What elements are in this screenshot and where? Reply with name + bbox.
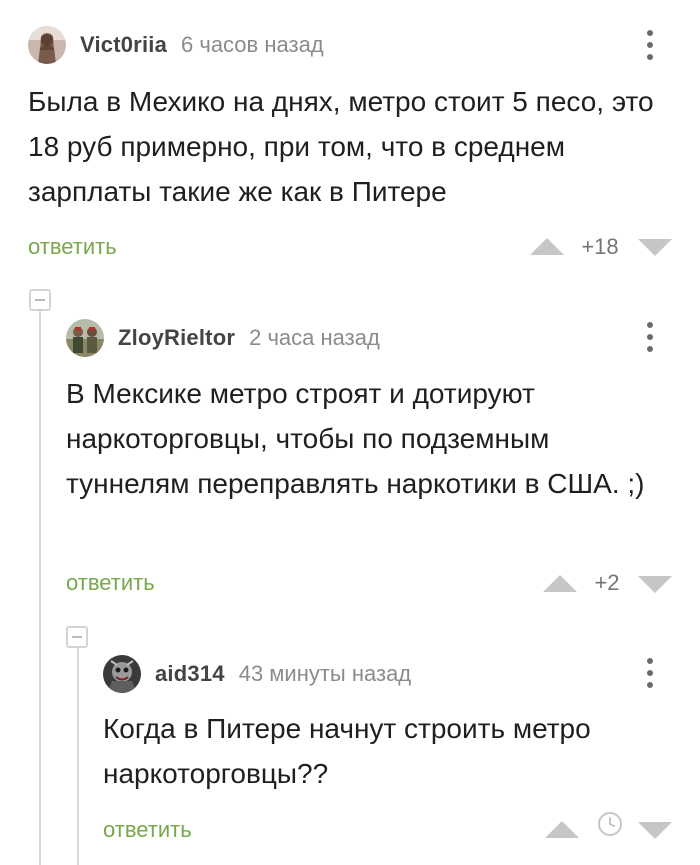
upvote-icon[interactable] [530, 238, 564, 255]
thread-line-level-1 [39, 308, 41, 865]
more-options-icon[interactable] [645, 30, 655, 60]
author-name[interactable]: ZloyRieltor [118, 325, 235, 351]
comment-text: Когда в Питере начнут строить метро нарк… [103, 713, 591, 789]
comment-score: +2 [594, 570, 620, 595]
collapse-thread-button[interactable] [29, 289, 51, 311]
more-options-icon[interactable] [645, 658, 655, 688]
avatar[interactable] [103, 655, 141, 693]
clock-icon [598, 812, 622, 836]
author-name[interactable]: Vict0riia [80, 32, 167, 58]
comment-timestamp: 43 минуты назад [238, 661, 412, 686]
thread-line-level-2 [77, 645, 79, 865]
reply-button[interactable]: ответить [66, 570, 155, 596]
comment-timestamp: 6 часов назад [181, 32, 324, 57]
comment-text: В Мексике метро строят и дотируют наркот… [66, 378, 645, 499]
downvote-icon[interactable] [638, 822, 672, 839]
comment-header: aid314 43 минуты назад [103, 654, 411, 694]
collapse-thread-button[interactable] [66, 626, 88, 648]
comment-header: Vict0riia 6 часов назад [28, 25, 324, 65]
comment-score: +18 [581, 234, 619, 259]
avatar[interactable] [66, 319, 104, 357]
more-options-icon[interactable] [645, 322, 655, 352]
downvote-icon[interactable] [638, 239, 672, 256]
upvote-icon[interactable] [543, 575, 577, 592]
comment-timestamp: 2 часа назад [249, 325, 380, 350]
author-name[interactable]: aid314 [155, 661, 225, 687]
upvote-icon[interactable] [545, 821, 579, 838]
avatar[interactable] [28, 26, 66, 64]
downvote-icon[interactable] [638, 576, 672, 593]
reply-button[interactable]: ответить [28, 234, 117, 260]
comment-text: Была в Мехико на днях, метро стоит 5 пес… [28, 86, 654, 207]
comment-header: ZloyRieltor 2 часа назад [66, 318, 380, 358]
reply-button[interactable]: ответить [103, 817, 192, 843]
